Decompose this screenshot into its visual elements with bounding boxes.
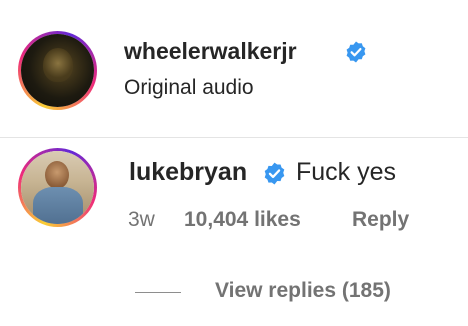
post-author-avatar[interactable] — [18, 31, 97, 110]
divider — [0, 137, 468, 138]
view-replies-button[interactable]: View replies (185) — [215, 279, 391, 303]
comment-text: Fuck yes — [296, 158, 397, 186]
replies-divider-line — [135, 292, 181, 293]
avatar-image — [21, 34, 94, 107]
verified-badge-icon — [264, 162, 285, 185]
comment-likes-count[interactable]: 10,404 likes — [184, 208, 301, 232]
comment-author-avatar[interactable] — [18, 148, 97, 227]
verified-badge-icon — [346, 41, 366, 63]
post-author-username[interactable]: wheelerwalkerjr — [124, 38, 297, 65]
audio-label[interactable]: Original audio — [124, 76, 254, 100]
avatar-image — [21, 151, 94, 224]
post-header: wheelerwalkerjr Original audio — [0, 0, 468, 137]
comment-author-username[interactable]: lukebryan — [129, 158, 247, 187]
comment-timestamp: 3w — [128, 208, 155, 231]
reply-button[interactable]: Reply — [352, 208, 409, 232]
